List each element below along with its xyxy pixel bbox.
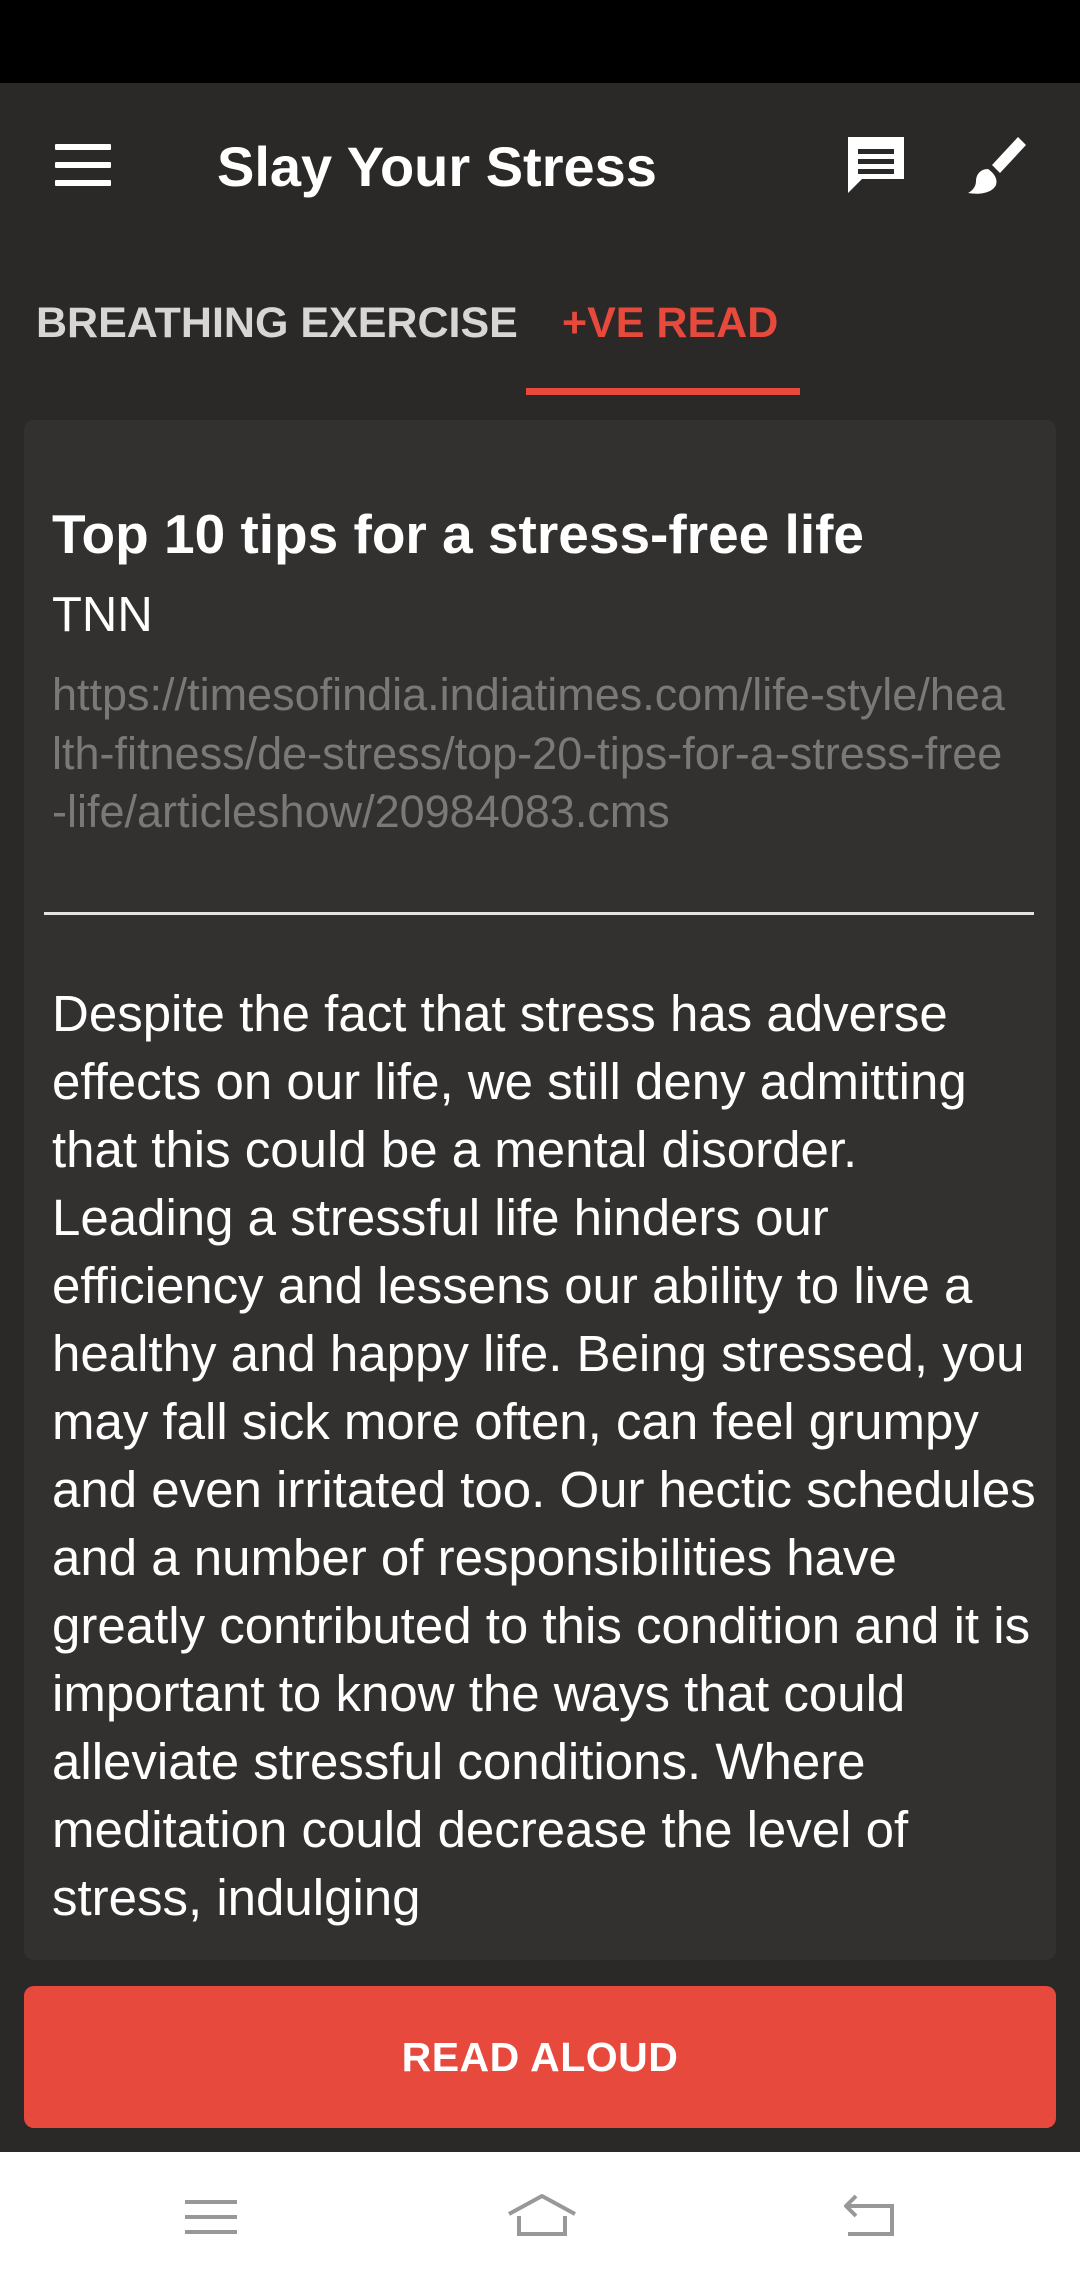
status-bar bbox=[0, 0, 1080, 83]
article-author: TNN bbox=[52, 588, 153, 642]
back-icon[interactable] bbox=[840, 2192, 900, 2242]
app-bar: Slay Your Stress bbox=[0, 83, 1080, 258]
tab-breathing-exercise[interactable]: BREATHING EXERCISE bbox=[36, 298, 518, 348]
tab-bar: BREATHING EXERCISE +VE READ bbox=[0, 258, 1080, 395]
tab-positive-read[interactable]: +VE READ bbox=[562, 298, 778, 348]
article-body: Despite the fact that stress has adverse… bbox=[52, 985, 1036, 1926]
divider bbox=[44, 912, 1034, 915]
brush-icon[interactable] bbox=[966, 133, 1030, 197]
read-aloud-button[interactable]: READ ALOUD bbox=[24, 1986, 1056, 2128]
article-url[interactable]: https://timesofindia.indiatimes.com/life… bbox=[52, 666, 1012, 842]
recent-apps-icon[interactable] bbox=[181, 2192, 241, 2242]
system-navigation-bar bbox=[0, 2152, 1080, 2280]
home-icon[interactable] bbox=[505, 2192, 579, 2242]
app-title: Slay Your Stress bbox=[217, 135, 657, 198]
chat-icon[interactable] bbox=[844, 133, 908, 197]
article-card[interactable]: Top 10 tips for a stress-free life TNN h… bbox=[24, 420, 1056, 1960]
article-title: Top 10 tips for a stress-free life bbox=[52, 503, 865, 565]
hamburger-menu-icon[interactable] bbox=[55, 144, 111, 186]
selected-tab-indicator bbox=[526, 388, 800, 395]
